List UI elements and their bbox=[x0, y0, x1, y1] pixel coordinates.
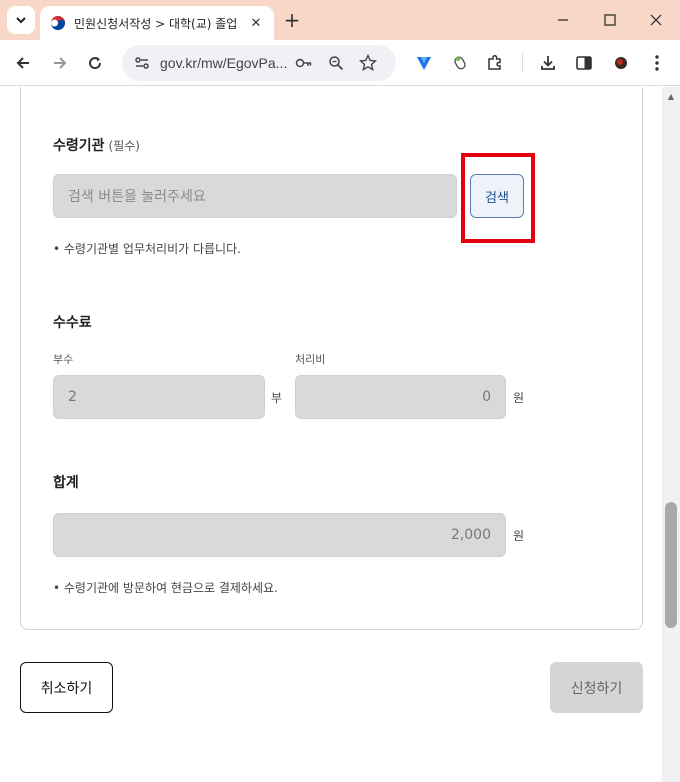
total-amount-value: 2,000 bbox=[450, 527, 491, 543]
vpn-extension-icon[interactable] bbox=[412, 51, 436, 75]
arrow-right-icon bbox=[54, 57, 67, 69]
zoom-icon[interactable] bbox=[326, 53, 346, 73]
copies-input[interactable]: 2 bbox=[53, 375, 265, 419]
minimize-button[interactable] bbox=[551, 8, 575, 32]
forward-button[interactable] bbox=[45, 48, 75, 78]
processing-fee-value: 0 bbox=[482, 389, 491, 405]
browser-toolbar: gov.kr/mw/EgovPa... bbox=[0, 40, 680, 86]
recipient-org-input[interactable]: 검색 버튼을 눌러주세요 bbox=[53, 174, 457, 218]
toolbar-divider bbox=[521, 51, 523, 75]
reload-button[interactable] bbox=[80, 48, 110, 78]
total-title: 합계 bbox=[53, 475, 79, 491]
required-label: (필수) bbox=[108, 139, 140, 153]
highlight-annotation-box bbox=[461, 153, 535, 243]
submit-button[interactable]: 신청하기 bbox=[550, 662, 643, 713]
processing-fee-label: 처리비 bbox=[295, 353, 326, 366]
scroll-up-arrow-icon[interactable]: ▲ bbox=[662, 87, 680, 105]
processing-fee-unit: 원 bbox=[513, 391, 525, 405]
bookmark-star-icon[interactable] bbox=[358, 53, 378, 73]
profile-avatar-icon[interactable] bbox=[609, 51, 633, 75]
url-text[interactable]: gov.kr/mw/EgovPa... bbox=[160, 55, 290, 71]
korea-emblem-icon bbox=[50, 15, 66, 31]
recipient-org-label: 수령기관 bbox=[53, 138, 105, 154]
copies-unit: 부 bbox=[271, 391, 283, 405]
browser-tab-active[interactable]: 민원신청서작성 > 대학(교) 졸업 ✕ bbox=[40, 6, 274, 40]
close-tab-icon[interactable]: ✕ bbox=[248, 15, 264, 31]
new-tab-button[interactable]: + bbox=[281, 8, 303, 32]
scrollbar-thumb[interactable] bbox=[665, 502, 677, 628]
copies-value: 2 bbox=[68, 389, 77, 405]
page-scrollbar[interactable]: ▲ bbox=[662, 87, 680, 782]
close-icon bbox=[650, 14, 662, 26]
arrow-left-icon bbox=[16, 57, 29, 69]
chrome-menu-icon[interactable] bbox=[645, 51, 669, 75]
chevron-down-icon bbox=[16, 17, 26, 24]
total-amount-field: 2,000 bbox=[53, 513, 506, 557]
maximize-button[interactable] bbox=[598, 8, 622, 32]
back-button[interactable] bbox=[8, 48, 38, 78]
title-bar: 민원신청서작성 > 대학(교) 졸업 ✕ + bbox=[0, 0, 680, 40]
site-settings-icon[interactable] bbox=[132, 53, 152, 73]
close-window-button[interactable] bbox=[644, 8, 668, 32]
processing-fee-input: 0 bbox=[295, 375, 506, 419]
tab-title: 민원신청서작성 > 대학(교) 졸업 bbox=[74, 16, 238, 31]
recipient-org-title: 수령기관 (필수) bbox=[53, 135, 140, 155]
fee-title: 수수료 bbox=[53, 315, 92, 331]
maximize-icon bbox=[604, 14, 616, 26]
cancel-button[interactable]: 취소하기 bbox=[20, 662, 113, 713]
password-key-icon[interactable] bbox=[294, 53, 314, 73]
payment-note: • 수령기관에 방문하여 현금으로 결제하세요. bbox=[53, 581, 278, 595]
tab-search-button[interactable] bbox=[7, 6, 35, 34]
reload-icon bbox=[89, 57, 102, 70]
page-content: 수령기관 (필수) 검색 버튼을 눌러주세요 검색 • 수령기관별 업무처리비가 … bbox=[0, 87, 662, 782]
side-panel-icon[interactable] bbox=[572, 51, 596, 75]
recipient-org-placeholder: 검색 버튼을 눌러주세요 bbox=[68, 189, 206, 205]
address-bar[interactable]: gov.kr/mw/EgovPa... bbox=[122, 45, 396, 81]
minimize-icon bbox=[558, 19, 568, 21]
downloads-icon[interactable] bbox=[536, 51, 560, 75]
mouse-extension-icon[interactable] bbox=[448, 51, 472, 75]
extensions-puzzle-icon[interactable] bbox=[483, 51, 507, 75]
copies-label: 부수 bbox=[53, 353, 74, 366]
recipient-org-note: • 수령기관별 업무처리비가 다릅니다. bbox=[53, 242, 241, 256]
total-unit: 원 bbox=[513, 529, 525, 543]
